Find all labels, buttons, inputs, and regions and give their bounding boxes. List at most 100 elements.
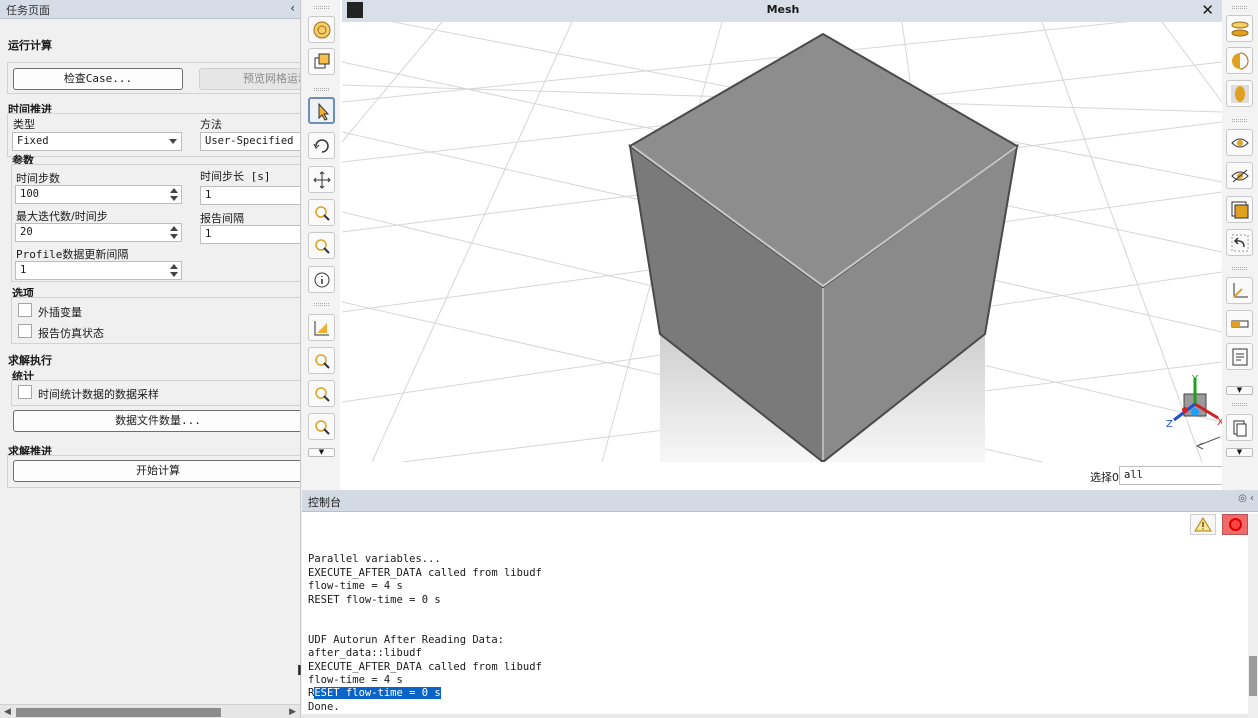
max-iterations-input[interactable]: 20 xyxy=(15,223,182,242)
hide-view-button[interactable] xyxy=(1226,162,1253,189)
zoom-to-area-button[interactable] xyxy=(308,232,335,259)
selection-label: 选择0 xyxy=(1090,471,1119,484)
spin-up-icon[interactable] xyxy=(170,264,178,269)
axes-icon xyxy=(1233,283,1248,298)
fluent-logo-icon xyxy=(347,2,363,18)
profile-update-interval-input[interactable]: 1 xyxy=(15,261,182,280)
scrollbar-thumb[interactable] xyxy=(1249,656,1257,696)
select-pointer-button[interactable] xyxy=(308,97,335,124)
window-layout-button[interactable] xyxy=(1226,196,1253,223)
mesh-graphics-window: ▼ Mesh ✕ Y X Z 选择0 all ▼ ▼ xyxy=(302,0,1258,490)
magnifier-icon xyxy=(315,239,330,254)
axis-z-label: Z xyxy=(1166,419,1173,430)
copy-image-button[interactable] xyxy=(1226,414,1253,441)
calculate-button[interactable]: 开始计算 xyxy=(13,460,300,482)
console-selected-text: ESET flow-time = 0 s xyxy=(314,687,441,700)
run-calculation-title: 运行计算 xyxy=(8,39,52,52)
scroll-left-icon[interactable]: ◀ xyxy=(4,707,11,717)
toolbar-grip xyxy=(1232,267,1247,270)
toolbar-grip xyxy=(314,303,329,306)
spin-down-icon[interactable] xyxy=(170,196,178,201)
graphics-left-toolbar: ▼ xyxy=(302,0,340,490)
pointer-arrow-icon xyxy=(318,102,330,121)
extrapolate-variables-checkbox[interactable] xyxy=(18,303,32,317)
reporting-interval-label: 报告间隔 xyxy=(200,212,244,225)
mesh-display-button[interactable] xyxy=(308,16,335,43)
profile-update-interval-label: Profile数据更新间隔 xyxy=(16,248,129,261)
reporting-interval-input[interactable]: 1 xyxy=(200,225,300,244)
stop-button[interactable] xyxy=(1222,514,1248,535)
collapse-panel-icon[interactable]: ‹ xyxy=(290,1,295,15)
zoom-previous-button[interactable] xyxy=(308,380,335,407)
console-vertical-scrollbar[interactable] xyxy=(1248,514,1258,718)
colormap-toggle-button[interactable] xyxy=(1226,310,1253,337)
rotate-view-button[interactable] xyxy=(308,132,335,159)
console-header: 控制台 ◎ ‹ xyxy=(302,490,1258,512)
copy-icon xyxy=(314,53,330,69)
stop-circle-icon xyxy=(1229,518,1242,531)
preview-mesh-motion-button[interactable]: 预览网格运动... xyxy=(199,68,300,90)
mesh-window-titlebar: Mesh ✕ xyxy=(342,0,1224,22)
probe-info-button[interactable] xyxy=(308,266,335,293)
time-step-size-input[interactable]: 1 xyxy=(200,186,300,205)
zoom-next-button[interactable] xyxy=(308,413,335,440)
console-output[interactable]: Parallel variables... EXECUTE_AFTER_DATA… xyxy=(308,540,1238,714)
graphics-viewport[interactable]: Y X Z xyxy=(342,22,1222,462)
transparency-button[interactable] xyxy=(1226,80,1253,107)
method-dropdown[interactable]: User-Specified xyxy=(200,132,300,151)
sphere-mesh-icon xyxy=(313,21,331,39)
eye-icon xyxy=(1231,138,1249,148)
console-panel: 控制台 ◎ ‹ Parallel variables... EXECUTE_AF… xyxy=(297,490,1258,718)
pan-arrows-icon xyxy=(313,171,331,189)
view-eye-button[interactable] xyxy=(1226,129,1253,156)
annotation-button[interactable] xyxy=(1226,343,1253,370)
toolbar-grip xyxy=(1232,403,1247,406)
report-simulation-status-checkbox[interactable] xyxy=(18,324,32,338)
zoom-fit-button[interactable] xyxy=(308,347,335,374)
task-panel-horizontal-scrollbar[interactable]: ◀ ▶ xyxy=(0,704,300,718)
spin-down-icon[interactable] xyxy=(170,272,178,277)
rotate-icon xyxy=(313,139,329,153)
time-step-size-label: 时间步长 [s] xyxy=(200,170,271,183)
zoom-previous-icon xyxy=(315,387,330,402)
profile-update-interval-value: 1 xyxy=(20,264,27,276)
slice-view-button[interactable] xyxy=(1226,15,1253,42)
half-view-button[interactable] xyxy=(1226,47,1253,74)
console-done-line: Done. xyxy=(308,700,340,713)
fit-to-window-button[interactable] xyxy=(308,314,335,341)
console-header-icons[interactable]: ◎ ‹ xyxy=(1238,493,1254,504)
num-time-steps-input[interactable]: 100 xyxy=(15,185,182,204)
spin-up-icon[interactable] xyxy=(170,188,178,193)
data-file-quantities-button[interactable]: 数据文件数量... xyxy=(13,410,300,432)
scroll-right-icon[interactable]: ▶ xyxy=(289,707,296,717)
toolbar-more-chevron-icon[interactable]: ▼ xyxy=(1226,386,1253,395)
undo-view-button[interactable] xyxy=(1226,229,1253,256)
type-label: 类型 xyxy=(13,118,35,131)
selection-bar: 选择0 all xyxy=(342,462,1247,490)
type-dropdown[interactable]: Fixed xyxy=(12,132,182,151)
method-value: User-Specified xyxy=(205,135,294,147)
scrollbar-thumb[interactable] xyxy=(16,708,221,717)
type-value: Fixed xyxy=(17,135,49,147)
warning-button[interactable] xyxy=(1190,514,1216,535)
pan-view-button[interactable] xyxy=(308,166,335,193)
selection-value: all xyxy=(1124,469,1143,481)
graphics-right-toolbar: ▼ ▼ xyxy=(1222,0,1258,490)
zoom-icon xyxy=(315,206,330,221)
toolbar-grip xyxy=(314,88,329,91)
check-case-button[interactable]: 检查Case... xyxy=(13,68,183,90)
text-note-icon xyxy=(1232,348,1248,366)
axes-toggle-button[interactable] xyxy=(1226,277,1253,304)
data-sampling-checkbox[interactable] xyxy=(18,385,32,399)
data-sampling-label: 时间统计数据的数据采样 xyxy=(38,388,159,401)
copy-view-button[interactable] xyxy=(308,48,335,75)
spin-down-icon[interactable] xyxy=(170,234,178,239)
spin-up-icon[interactable] xyxy=(170,226,178,231)
zoom-in-out-button[interactable] xyxy=(308,199,335,226)
toolbar-more-chevron-icon[interactable]: ▼ xyxy=(1226,448,1253,457)
console-bottom-edge xyxy=(302,714,1248,718)
task-panel: 任务页面 ‹ 运行计算 检查Case... 预览网格运动... 时间推进 类型 … xyxy=(0,0,301,718)
task-panel-title: 任务页面 xyxy=(6,4,50,17)
close-icon[interactable]: ✕ xyxy=(1201,0,1214,21)
toolbar-more-chevron-icon[interactable]: ▼ xyxy=(308,448,335,457)
